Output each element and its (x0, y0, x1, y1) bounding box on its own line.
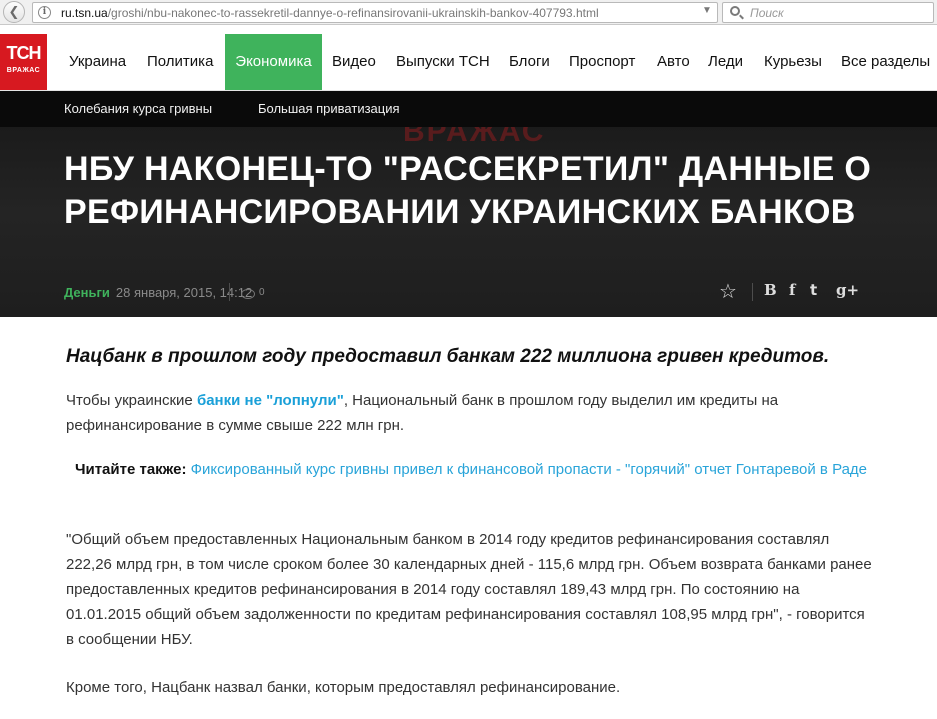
address-bar[interactable]: i ru.tsn.ua/groshi/nbu-nakonec-to-rassek… (32, 2, 739, 23)
banks-link[interactable]: банки не "лопнули" (197, 392, 344, 409)
comment-icon[interactable] (241, 289, 255, 299)
nav-item-ekonomika[interactable]: Экономика (225, 34, 322, 90)
nav-item-avto[interactable]: Авто (657, 34, 690, 90)
nav-item-kurezy[interactable]: Курьезы (764, 34, 822, 90)
read-also-label: Читайте также: (74, 461, 187, 478)
nav-item-vypuski-tsn[interactable]: Выпуски ТСН (396, 34, 490, 90)
search-icon (730, 6, 740, 16)
nav-item-ukraina[interactable]: Украина (69, 34, 126, 90)
article-paragraph-3: Кроме того, Нацбанк назвал банки, которы… (66, 679, 621, 696)
read-also-block: Читайте также: Фиксированный курс гривны… (66, 457, 876, 482)
subnav-item-privatizaciya[interactable]: Большая приватизация (258, 101, 400, 116)
tools-divider (752, 283, 753, 301)
vk-share-icon[interactable]: В (764, 281, 777, 299)
nav-item-video[interactable]: Видео (332, 34, 376, 90)
article-paragraph-1: Чтобы украинские банки не "лопнули", Нац… (66, 388, 876, 438)
search-placeholder: Поиск (750, 6, 784, 20)
main-navigation: ТСН ВРАЖАС Украина Политика Экономика Ви… (0, 25, 937, 91)
hero-watermark: ВРАЖАС (403, 127, 546, 148)
article-headline: НБУ НАКОНЕЦ-ТО "РАССЕКРЕТИЛ" ДАННЫЕ О РЕ… (64, 150, 872, 231)
favorite-star-icon[interactable]: ☆ (719, 279, 737, 304)
browser-toolbar: ❮ i ru.tsn.ua/groshi/nbu-nakonec-to-rass… (0, 0, 937, 25)
article-hero: ВРАЖАС НБУ НАКОНЕЦ-ТО "РАССЕКРЕТИЛ" ДАНН… (0, 127, 937, 317)
article-meta: Деньги 28 января, 2015, 14:12 (64, 285, 252, 300)
google-plus-share-icon[interactable]: g+ (836, 281, 859, 299)
url-dropdown-icon[interactable]: ▼ (702, 5, 712, 16)
article-date: 28 января, 2015, 14:12 (115, 285, 253, 300)
subnav-item-kurs-grivny[interactable]: Колебания курса гривны (64, 101, 212, 116)
url-text[interactable]: ru.tsn.ua/groshi/nbu-nakonec-to-rassekre… (61, 6, 599, 20)
twitter-share-icon[interactable]: t (810, 281, 817, 299)
sub-navigation: Колебания курса гривны Большая приватиза… (0, 91, 937, 127)
nav-item-ledi[interactable]: Леди (708, 34, 743, 90)
nav-item-vse-razdely[interactable]: Все разделы (841, 34, 930, 90)
nav-item-prosport[interactable]: Проспорт (569, 34, 635, 90)
article-rubric-link[interactable]: Деньги (64, 285, 110, 300)
nav-item-blogi[interactable]: Блоги (509, 34, 550, 90)
info-icon[interactable]: i (38, 6, 51, 19)
tsn-logo[interactable]: ТСН ВРАЖАС (0, 34, 47, 90)
meta-divider (229, 283, 230, 301)
read-also-link[interactable]: Фиксированный курс гривны привел к финан… (191, 461, 867, 478)
browser-search-box[interactable]: Поиск (722, 2, 934, 23)
logo-sub-text: ВРАЖАС (6, 67, 41, 74)
article-paragraph-2: "Общий объем предоставленных Национальны… (66, 531, 872, 648)
back-button[interactable]: ❮ (3, 1, 25, 23)
article-lead: Нацбанк в прошлом году предоставил банка… (66, 346, 830, 367)
logo-main-text: ТСН (6, 43, 42, 63)
facebook-share-icon[interactable]: f (789, 281, 795, 299)
url-path: /groshi/nbu-nakonec-to-rassekretil-danny… (107, 6, 599, 20)
p1-before: Чтобы украинские (66, 392, 197, 409)
comment-count[interactable]: 0 (259, 287, 265, 298)
nav-item-politika[interactable]: Политика (147, 34, 213, 90)
url-host: ru.tsn.ua (61, 6, 108, 20)
